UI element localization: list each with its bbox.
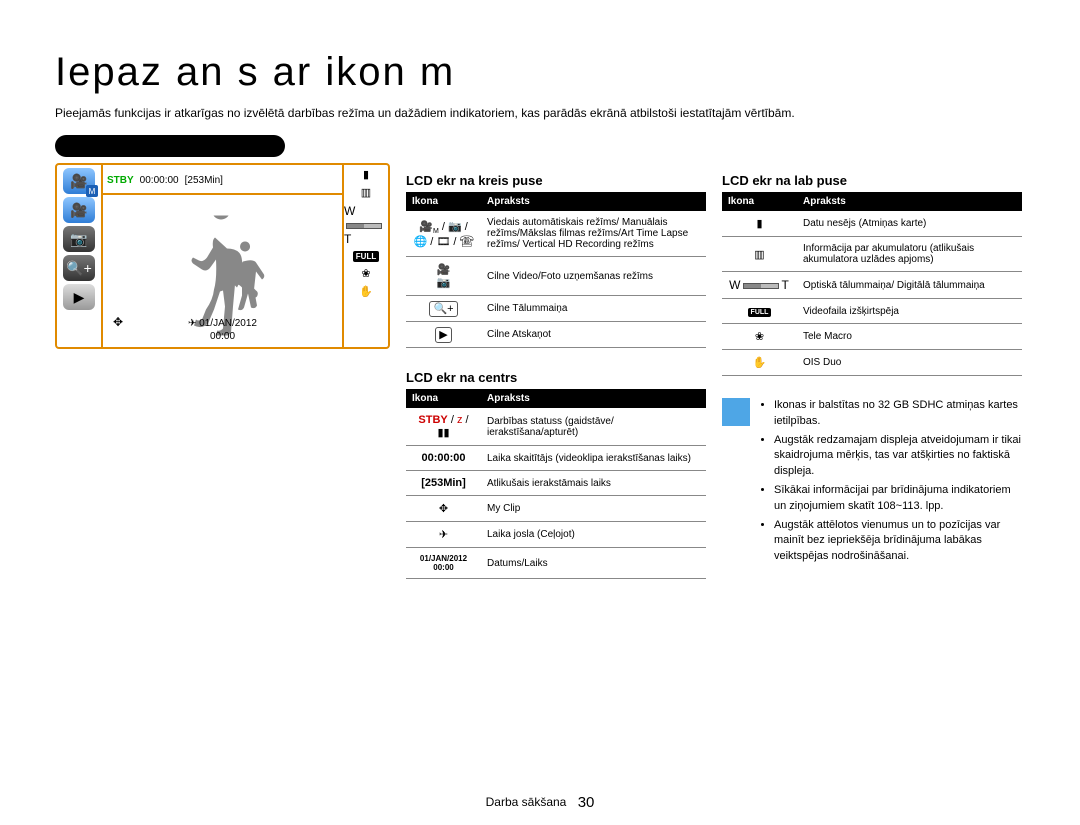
sep: /	[448, 414, 457, 426]
lcd-time: 00:00	[188, 330, 257, 343]
notes-block: Ikonas ir balstītas no 32 GB SDHC atmiņa…	[722, 398, 1022, 568]
video-tab-icon: 🎥	[63, 197, 95, 223]
intro-text: Pieejamās funkcijas ir atkarīgas no izvē…	[55, 105, 1025, 121]
zoom-cell-icon: 🔍+	[429, 301, 457, 317]
section-pill	[55, 135, 285, 157]
footer-label: Darba sākšana	[486, 795, 567, 809]
cell-desc: Laika josla (Ceļojot)	[481, 522, 706, 548]
note-item: Augstāk attēlotos vienumus un to pozīcij…	[774, 518, 1022, 564]
counter-cell: 00:00:00	[421, 452, 465, 464]
table-row: 00:00:00 Laika skaitītājs (videoklipa ie…	[406, 446, 706, 471]
myclip-cell-icon: ✥	[439, 503, 448, 515]
sd-cell-icon: ▮	[756, 218, 762, 230]
timezone-cell-icon: ✈	[439, 529, 448, 541]
sd-icon: ▮	[363, 168, 369, 181]
center-table: Ikona Apraksts STBY / z / ▮▮ Darbības st…	[406, 389, 706, 579]
mode-icon: 🎥M	[63, 168, 95, 194]
table-row: FULL Videofaila izšķirtspēja	[722, 299, 1022, 324]
page-footer: Darba sākšana 30	[0, 794, 1080, 811]
note-item: Augstāk redzamajam displeja atveidojumam…	[774, 433, 1022, 479]
cell-desc: Videofaila izšķirtspēja	[797, 299, 1022, 324]
page-number: 30	[578, 794, 595, 811]
table-row: ▮ Datu nesējs (Atmiņas karte)	[722, 211, 1022, 237]
th-apraksts: Apraksts	[481, 389, 706, 408]
rec-tab-icons: 🎥📷	[437, 264, 451, 289]
cell-desc: Viedais automātiskais režīms/ Manuālais …	[481, 211, 706, 257]
table-row: STBY / z / ▮▮ Darbības statuss (gaidstāv…	[406, 408, 706, 446]
flower-cell-icon: ❀	[755, 331, 764, 343]
lcd-mockup: 🎥M 🎥 📷 🔍+ ▶ STBY 00:00:00 [253Min] ▮ ▥	[55, 163, 390, 349]
ois-icon: ✋	[359, 285, 373, 298]
stby-indicator: STBY	[107, 175, 134, 186]
remain-time: [253Min]	[185, 175, 223, 186]
left-side-table: Ikona Apraksts 🎥M / 📷 /🌐 / 🎞 / ☎ Viedais…	[406, 192, 706, 348]
note-item: Sīkākai informācijai par brīdinājuma ind…	[774, 483, 1022, 514]
tele-macro-icon: ❀	[361, 267, 370, 280]
note-icon	[722, 398, 750, 426]
pause-icon: ▮▮	[437, 427, 449, 439]
battery-icon: ▥	[361, 186, 371, 199]
left-side-title: LCD ekr na kreis puse	[406, 173, 706, 188]
page-title: Iepaz an s ar ikon m	[55, 50, 1025, 95]
th-ikona: Ikona	[406, 389, 481, 408]
table-row: 01/JAN/201200:00 Datums/Laiks	[406, 548, 706, 579]
cell-desc: Atlikušais ierakstāmais laiks	[481, 471, 706, 496]
note-item: Ikonas ir balstītas no 32 GB SDHC atmiņa…	[774, 398, 1022, 429]
table-row: [253Min] Atlikušais ierakstāmais laiks	[406, 471, 706, 496]
cell-desc: Laika skaitītājs (videoklipa ierakstīšan…	[481, 446, 706, 471]
table-row: ✥ My Clip	[406, 496, 706, 522]
center-title: LCD ekr na centrs	[406, 370, 706, 385]
cell-desc: Cilne Tālummaiņa	[481, 296, 706, 322]
cell-desc: OIS Duo	[797, 350, 1022, 376]
sep2: /	[462, 414, 468, 426]
th-apraksts: Apraksts	[481, 192, 706, 211]
table-row: ▶ Cilne Atskaņot	[406, 322, 706, 348]
stby-label: STBY	[418, 414, 447, 426]
table-row: 🔍+ Cilne Tālummaiņa	[406, 296, 706, 322]
mode-icons-cell: 🎥M / 📷 /🌐 / 🎞 / ☎	[414, 221, 474, 248]
th-apraksts: Apraksts	[797, 192, 1022, 211]
zoom-tab-icon: 🔍+	[63, 255, 95, 281]
resolution-badge: FULL	[353, 251, 379, 262]
resolution-cell-badge: FULL	[748, 308, 772, 317]
airplane-icon: ✈	[188, 318, 199, 329]
cell-desc: My Clip	[481, 496, 706, 522]
cell-desc: Datums/Laiks	[481, 548, 706, 579]
photo-tab-icon: 📷	[63, 226, 95, 252]
myclip-star-icon: ✥	[113, 315, 123, 329]
date-cell: 01/JAN/2012	[420, 554, 467, 563]
cell-desc: Datu nesējs (Atmiņas karte)	[797, 211, 1022, 237]
cell-desc: Optiskā tālummaiņa/ Digitālā tālummaiņa	[797, 272, 1022, 299]
table-row: ✋ OIS Duo	[722, 350, 1022, 376]
table-row: 🎥M / 📷 /🌐 / 🎞 / ☎ Viedais automātiskais …	[406, 211, 706, 257]
time-counter: 00:00:00	[140, 175, 179, 186]
cell-desc: Cilne Atskaņot	[481, 322, 706, 348]
table-row: ❀ Tele Macro	[722, 324, 1022, 350]
hand-cell-icon: ✋	[753, 357, 767, 369]
cell-desc: Darbības statuss (gaidstāve/ ierakstīšan…	[481, 408, 706, 446]
time-cell: 00:00	[433, 563, 453, 572]
th-ikona: Ikona	[722, 192, 797, 211]
zoom-indicator: WT	[344, 204, 388, 246]
cell-desc: Cilne Video/Foto uzņemšanas režīms	[481, 257, 706, 296]
right-side-table: Ikona Apraksts ▮ Datu nesējs (Atmiņas ka…	[722, 192, 1022, 376]
table-row: ▥ Informācija par akumulatoru (atlikušai…	[722, 237, 1022, 272]
remain-cell: [253Min]	[421, 477, 466, 489]
lcd-date: 01/JAN/2012	[199, 318, 257, 329]
th-ikona: Ikona	[406, 192, 481, 211]
right-side-title: LCD ekr na lab puse	[722, 173, 1022, 188]
battery-cell-icon: ▥	[754, 249, 764, 261]
table-row: 🎥📷 Cilne Video/Foto uzņemšanas režīms	[406, 257, 706, 296]
cell-desc: Informācija par akumulatoru (atlikušais …	[797, 237, 1022, 272]
play-cell-icon: ▶	[435, 327, 451, 343]
zoom-cell-indicator: WT	[729, 278, 790, 292]
table-row: WT Optiskā tālummaiņa/ Digitālā tālummai…	[722, 272, 1022, 299]
play-tab-icon: ▶	[63, 284, 95, 310]
table-row: ✈ Laika josla (Ceļojot)	[406, 522, 706, 548]
cell-desc: Tele Macro	[797, 324, 1022, 350]
